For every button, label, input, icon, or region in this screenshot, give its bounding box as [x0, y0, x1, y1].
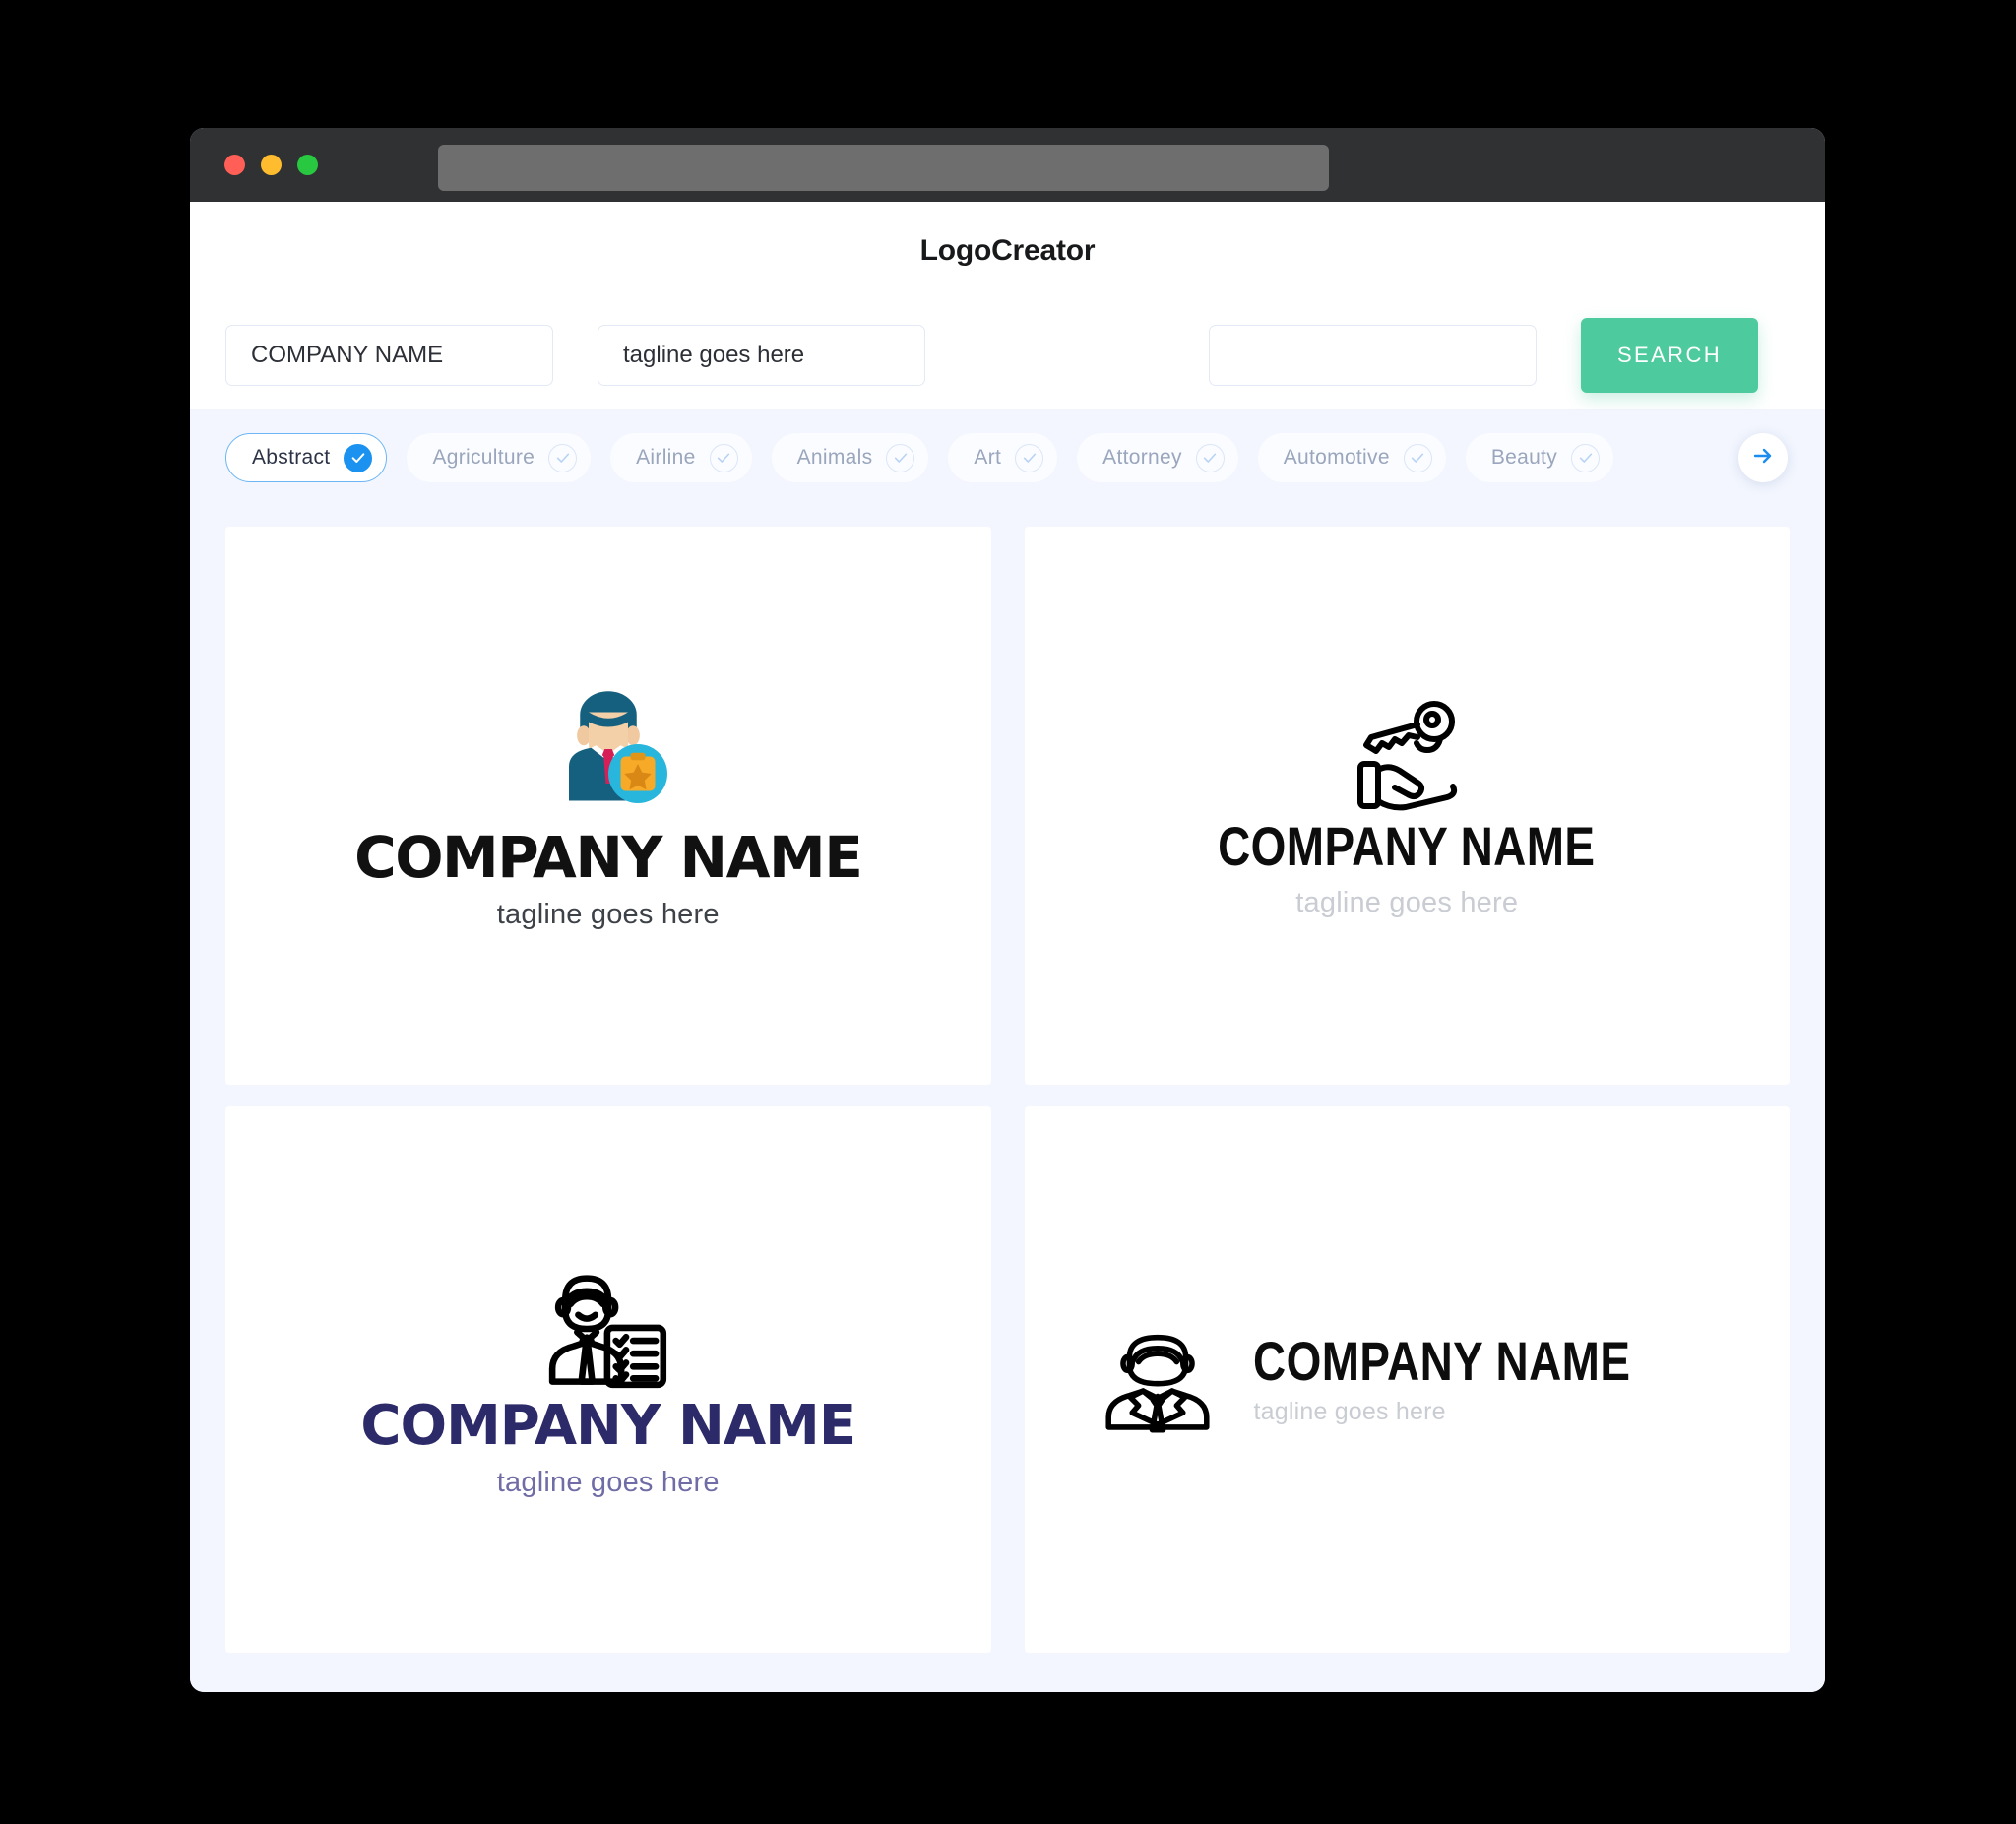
category-chip-label: Airline [636, 446, 696, 469]
browser-titlebar [190, 128, 1825, 202]
category-chip-label: Attorney [1102, 446, 1182, 469]
logo-company-name: COMPANY NAME [360, 1393, 856, 1458]
logo-preview: COMPANY NAME tagline goes here [354, 680, 863, 932]
search-button[interactable]: SEARCH [1581, 317, 1758, 393]
logo-results-grid: COMPANY NAME tagline goes here COMPANY N… [190, 505, 1825, 1692]
traffic-lights [224, 155, 318, 175]
man-with-checklist-icon [539, 1260, 677, 1398]
category-chip-beauty[interactable]: Beauty [1465, 433, 1613, 482]
check-icon [344, 443, 373, 472]
logo-card[interactable]: COMPANY NAME tagline goes here [1024, 527, 1790, 1086]
logo-tagline: tagline goes here [496, 899, 720, 931]
check-icon [1403, 443, 1432, 472]
logo-company-name: COMPANY NAME [354, 823, 863, 891]
company-name-input[interactable] [225, 324, 553, 386]
businessman-outline-icon [1100, 1322, 1216, 1438]
logo-card[interactable]: COMPANY NAME tagline goes here [225, 527, 991, 1086]
logo-tagline: tagline goes here [1295, 887, 1519, 919]
maximize-window-button[interactable] [297, 155, 318, 175]
category-chip-label: Animals [796, 446, 873, 469]
logo-tagline: tagline goes here [496, 1467, 720, 1499]
check-icon [1015, 443, 1044, 472]
check-icon [709, 443, 738, 472]
check-icon [548, 443, 578, 472]
category-chip-automotive[interactable]: Automotive [1257, 433, 1446, 482]
category-chip-animals[interactable]: Animals [771, 433, 929, 482]
browser-window: LogoCreator SEARCH Abstract Agriculture [190, 128, 1825, 1692]
category-chip-abstract[interactable]: Abstract [225, 433, 388, 482]
hand-holding-key-icon [1344, 692, 1470, 818]
check-icon [886, 443, 915, 472]
keyword-input[interactable] [1209, 324, 1537, 386]
category-chip-label: Automotive [1283, 446, 1390, 469]
category-chip-label: Beauty [1490, 446, 1557, 469]
category-chip-art[interactable]: Art [948, 433, 1058, 482]
category-filter-bar: Abstract Agriculture Airline Animals Art… [190, 410, 1825, 505]
close-window-button[interactable] [224, 155, 245, 175]
category-chip-agriculture[interactable]: Agriculture [407, 433, 592, 482]
businessman-badge-icon [535, 680, 682, 828]
logo-preview: COMPANY NAME tagline goes here [1100, 1322, 1714, 1438]
logo-company-name: COMPANY NAME [1218, 814, 1596, 877]
tagline-input[interactable] [598, 324, 925, 386]
logo-tagline: tagline goes here [1253, 1398, 1446, 1426]
search-toolbar: SEARCH [190, 300, 1825, 410]
category-chip-label: Agriculture [432, 446, 536, 469]
app-title: LogoCreator [919, 234, 1096, 267]
screen: LogoCreator SEARCH Abstract Agriculture [0, 0, 2016, 1824]
logo-card[interactable]: COMPANY NAME tagline goes here [1024, 1106, 1790, 1653]
logo-preview: COMPANY NAME tagline goes here [360, 1260, 856, 1500]
check-icon [1571, 443, 1600, 472]
check-icon [1195, 443, 1225, 472]
logo-card[interactable]: COMPANY NAME tagline goes here [225, 1106, 991, 1653]
category-chip-attorney[interactable]: Attorney [1077, 433, 1238, 482]
category-chip-label: Abstract [252, 446, 331, 469]
category-chip-airline[interactable]: Airline [610, 433, 752, 482]
logo-text-block: COMPANY NAME tagline goes here [1253, 1329, 1714, 1427]
minimize-window-button[interactable] [261, 155, 282, 175]
categories-next-button[interactable] [1738, 433, 1788, 482]
app-header: LogoCreator [190, 202, 1825, 300]
browser-url-bar[interactable] [438, 145, 1329, 191]
arrow-right-icon [1751, 444, 1775, 472]
logo-preview: COMPANY NAME tagline goes here [1176, 692, 1637, 920]
logo-company-name: COMPANY NAME [1253, 1329, 1631, 1392]
category-chip-label: Art [974, 446, 1002, 469]
